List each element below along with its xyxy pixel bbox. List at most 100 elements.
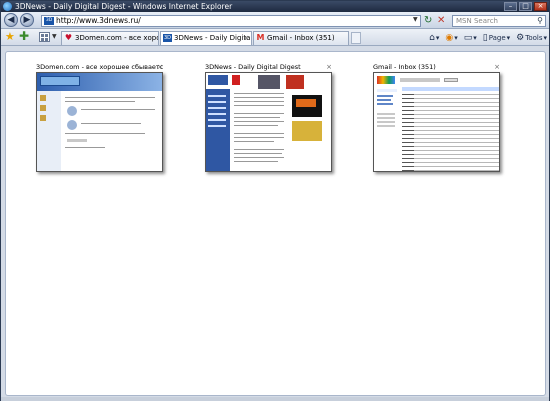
add-favorites-icon[interactable]: ✚ — [19, 30, 29, 43]
tools-menu[interactable]: ⚙ Tools ▾ — [516, 33, 547, 43]
ad-block — [232, 75, 240, 85]
text-line — [234, 105, 284, 106]
text-line — [81, 123, 141, 124]
gear-icon: ⚙ — [516, 32, 525, 43]
banner-image — [286, 75, 304, 89]
back-button[interactable]: ◀ — [4, 13, 18, 27]
label-link — [377, 117, 395, 119]
text-line — [234, 117, 280, 118]
page-label: Page — [488, 33, 506, 42]
text-line — [234, 101, 284, 102]
label-link — [377, 125, 395, 127]
forward-arrow-icon: ▶ — [23, 15, 31, 25]
thumbnail-title: Gmail - Inbox (351) × — [373, 62, 500, 72]
sidebar — [37, 91, 61, 171]
text-line — [234, 149, 284, 150]
menu-item — [208, 107, 226, 109]
text-line — [234, 113, 284, 114]
label-link — [377, 103, 393, 105]
new-tab-button[interactable] — [351, 32, 361, 44]
home-button[interactable]: ⌂ ▾ — [429, 33, 439, 43]
print-icon: ▭ — [463, 32, 473, 43]
minimize-button[interactable]: – — [504, 2, 517, 11]
site-favicon: 3D — [44, 17, 54, 25]
address-bar[interactable]: 3D http://www.3dnews.ru/ — [41, 15, 421, 27]
sidebar-icon — [40, 105, 46, 111]
text-line — [65, 147, 105, 148]
tab-label: Gmail - Inbox (351) — [267, 34, 335, 42]
menu-item — [208, 125, 226, 127]
status-bar — [1, 397, 549, 401]
emblem-image — [67, 120, 77, 130]
refresh-icon[interactable]: ↻ — [424, 15, 435, 27]
maximize-button[interactable]: □ — [519, 2, 532, 11]
quick-tabs-view: 3Domen.com - все хорошее сбывается × 3DN… — [5, 51, 546, 396]
tab-bar: ★ ✚ ▼ ♥ 3Domen.com - все хороше... 3D 3D… — [1, 29, 549, 46]
quick-tab-thumbnail[interactable]: 3DNews - Daily Digital Digest × — [205, 62, 332, 172]
close-tab-icon[interactable]: × — [157, 62, 163, 72]
tab-label: 3DNews - Daily Digital ... — [174, 34, 252, 42]
menu-item — [208, 119, 226, 121]
sidebar-icon — [40, 115, 46, 121]
ad-image — [292, 121, 322, 141]
text-line — [65, 101, 135, 102]
thumbnail-title: 3DNews - Daily Digital Digest × — [205, 62, 332, 72]
emblem-image — [67, 106, 77, 116]
form-field — [67, 139, 87, 142]
close-tab-icon[interactable]: × — [243, 32, 249, 44]
page-icon: ▯ — [482, 32, 488, 43]
forward-button[interactable]: ▶ — [20, 13, 34, 27]
message-list — [402, 92, 499, 171]
tab-3dnews[interactable]: 3D 3DNews - Daily Digital ... × — [160, 31, 252, 45]
site-logo — [208, 75, 228, 85]
stop-icon[interactable]: ✕ — [437, 15, 448, 27]
page-preview[interactable] — [205, 72, 332, 172]
navigation-bar: ◀ ▶ 3D http://www.3dnews.ru/ ▼ ↻ ✕ MSN S… — [1, 12, 549, 29]
tab-gmail[interactable]: M Gmail - Inbox (351) — [253, 31, 349, 45]
gmail-logo — [377, 76, 395, 84]
label-link — [377, 95, 393, 97]
text-line — [234, 137, 284, 138]
heart-icon: ♥ — [64, 33, 73, 42]
ie-logo-icon — [3, 2, 12, 11]
close-window-button[interactable]: × — [534, 2, 547, 11]
close-tab-icon[interactable]: × — [326, 62, 332, 72]
text-line — [234, 157, 284, 158]
tab-3domen[interactable]: ♥ 3Domen.com - все хороше... — [61, 31, 159, 45]
thumbnail-title: 3Domen.com - все хорошее сбывается × — [36, 62, 163, 72]
close-tab-icon[interactable]: × — [494, 62, 500, 72]
address-dropdown-icon[interactable]: ▼ — [413, 16, 421, 26]
sidebar-icon — [40, 95, 46, 101]
thumbnail-title-text: Gmail - Inbox (351) — [373, 63, 436, 71]
print-button[interactable]: ▭ ▾ — [464, 33, 477, 43]
page-preview[interactable] — [373, 72, 500, 172]
tab-list-dropdown-icon[interactable]: ▼ — [52, 33, 57, 40]
window-controls: – □ × — [504, 2, 547, 11]
feeds-button[interactable]: ◉ ▾ — [445, 33, 457, 43]
quick-tab-thumbnail[interactable]: 3Domen.com - все хорошее сбывается × — [36, 62, 163, 172]
thumbnail-title-text: 3Domen.com - все хорошее сбывается — [36, 63, 163, 71]
page-menu[interactable]: ▯ Page ▾ — [483, 33, 510, 43]
text-line — [234, 133, 284, 134]
text-line — [234, 153, 282, 154]
text-line — [234, 125, 278, 126]
inbox-toolbar — [402, 87, 499, 91]
text-line — [234, 161, 278, 162]
rss-feed-icon: ◉ — [445, 32, 454, 43]
banner-image — [258, 75, 280, 89]
home-icon: ⌂ — [429, 32, 435, 43]
quick-tab-thumbnail[interactable]: Gmail - Inbox (351) × — [373, 62, 500, 172]
quick-tabs-icon[interactable] — [39, 32, 50, 42]
page-preview[interactable] — [36, 72, 163, 172]
label-link — [377, 99, 391, 101]
search-icon[interactable]: ⚲ — [537, 16, 543, 26]
window-title: 3DNews - Daily Digital Digest - Windows … — [15, 2, 233, 11]
favorites-star-icon[interactable]: ★ — [5, 31, 15, 43]
search-input[interactable]: MSN Search ⚲ — [452, 15, 546, 27]
title-bar: 3DNews - Daily Digital Digest - Windows … — [1, 1, 549, 12]
text-line — [65, 133, 145, 134]
label-link — [377, 121, 395, 123]
address-url[interactable]: http://www.3dnews.ru/ — [56, 16, 141, 25]
ad-highlight — [296, 99, 316, 107]
menu-item — [208, 95, 226, 97]
